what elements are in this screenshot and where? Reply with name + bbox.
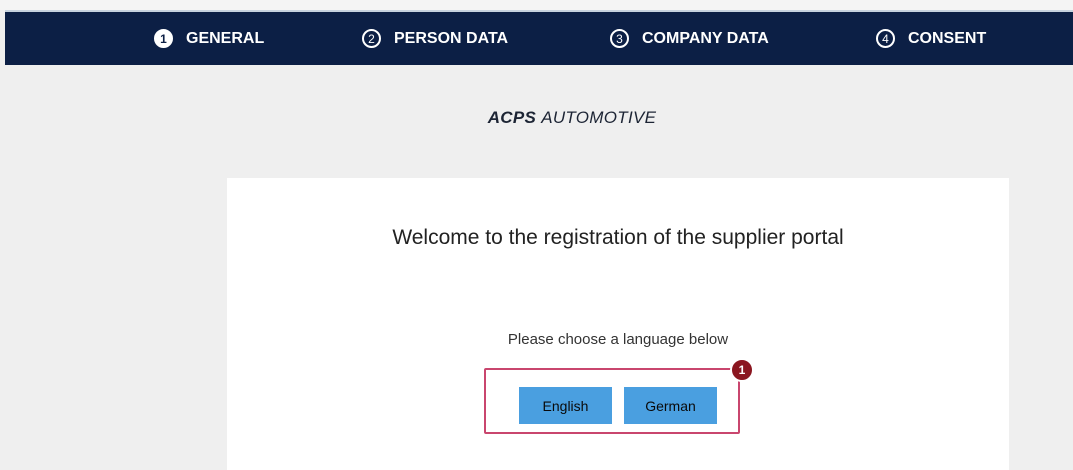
- registration-stepper: 1 GENERAL 2 PERSON DATA 3 COMPANY DATA 4…: [5, 10, 1073, 65]
- step-label: CONSENT: [908, 29, 987, 47]
- choose-language-text: Please choose a language below: [507, 331, 729, 348]
- english-button[interactable]: English: [519, 387, 612, 424]
- brand-name-light: AUTOMOTIVE: [541, 108, 657, 127]
- step-label: PERSON DATA: [394, 29, 509, 47]
- annotation-marker: 1: [730, 358, 754, 382]
- welcome-heading: Welcome to the registration of the suppl…: [392, 226, 844, 249]
- german-button[interactable]: German: [624, 387, 717, 424]
- step-label: COMPANY DATA: [642, 29, 769, 47]
- step-number: 2: [362, 29, 381, 48]
- brand-name-bold: ACPS: [487, 108, 537, 127]
- step-number: 3: [610, 29, 629, 48]
- registration-card: Welcome to the registration of the suppl…: [227, 178, 1009, 470]
- step-consent[interactable]: 4 CONSENT: [876, 12, 986, 65]
- step-company-data[interactable]: 3 COMPANY DATA: [610, 12, 769, 65]
- top-strip: [0, 0, 1073, 10]
- step-number: 1: [154, 29, 173, 48]
- step-person-data[interactable]: 2 PERSON DATA: [362, 12, 508, 65]
- step-number: 4: [876, 29, 895, 48]
- step-label: GENERAL: [186, 29, 265, 47]
- brand-logo: ACPS AUTOMOTIVE: [0, 108, 1073, 128]
- step-general[interactable]: 1 GENERAL: [154, 12, 264, 65]
